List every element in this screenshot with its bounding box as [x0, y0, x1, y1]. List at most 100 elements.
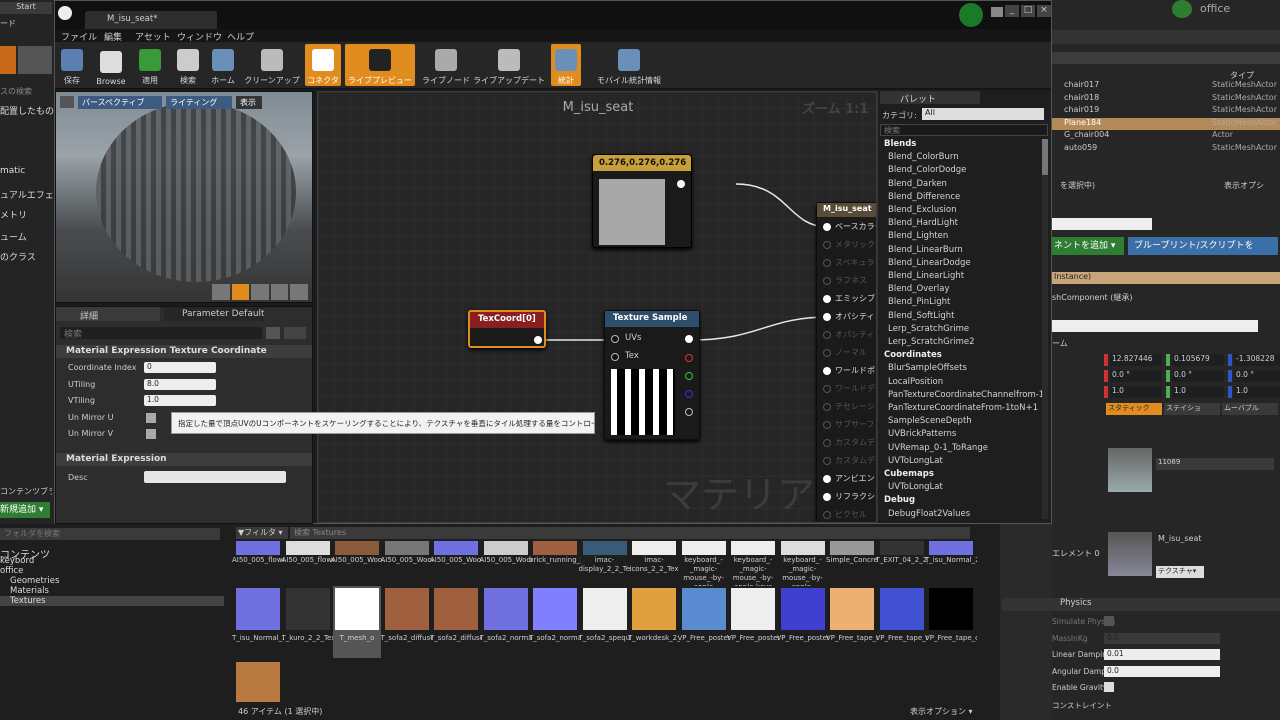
palette-item[interactable]: Blend_LinearDodge: [888, 258, 971, 268]
texture-thumbnail[interactable]: [879, 541, 924, 555]
element-material[interactable]: M_isu_seat: [1158, 534, 1202, 543]
constant3-node[interactable]: 0.276,0.276,0.276: [592, 154, 692, 248]
input-pin[interactable]: [823, 457, 831, 465]
mobility-movable[interactable]: ムーバブル: [1222, 403, 1278, 415]
teapot-icon[interactable]: [290, 284, 308, 300]
palette-item[interactable]: Blend_LinearBurn: [888, 245, 963, 255]
texture-thumbnail[interactable]: [483, 541, 528, 555]
input-pin[interactable]: [823, 493, 831, 501]
palette-item[interactable]: BlurSampleOffsets: [888, 363, 967, 373]
material-graph[interactable]: M_isu_seat ズーム 1:1 マテリアル 0.276,0.276,0.2…: [317, 91, 877, 523]
input-pin[interactable]: [823, 331, 831, 339]
texture-thumbnail[interactable]: [236, 588, 280, 630]
palette-item[interactable]: Blend_Difference: [888, 192, 960, 202]
texture-name[interactable]: keyboard_-_magic-mouse_-by-apple-: [777, 556, 829, 586]
texture-thumbnail[interactable]: [582, 588, 627, 630]
toolbar-button[interactable]: ライブアップデート: [473, 44, 545, 86]
material-thumbnail[interactable]: [1108, 532, 1152, 576]
toolbar-button[interactable]: 統計: [551, 44, 581, 86]
palette-item[interactable]: Blend_Lighten: [888, 231, 948, 241]
palette-item[interactable]: Lerp_ScratchGrime2: [888, 337, 974, 347]
physics-field[interactable]: 0.01: [1104, 649, 1220, 660]
detail-checkbox[interactable]: [146, 429, 156, 439]
physics-checkbox[interactable]: [1104, 682, 1114, 692]
texture-name[interactable]: AI50_005_flowerpot_01_Normal_1_0: [232, 556, 284, 586]
palette-item[interactable]: DebugFloat2Values: [888, 509, 970, 519]
filter-button[interactable]: ▼フィルタ ▾: [236, 527, 288, 539]
user-avatar-icon[interactable]: [1172, 0, 1192, 18]
b-output-pin[interactable]: [685, 390, 693, 398]
section-texture-coordinate[interactable]: Material Expression Texture Coordinate: [56, 345, 312, 358]
texture-thumbnail[interactable]: [731, 541, 775, 555]
asset-search[interactable]: 検索 Textures: [290, 527, 970, 539]
viewport-menu-icon[interactable]: [60, 96, 74, 108]
palette-category[interactable]: Coordinates: [884, 350, 942, 360]
toolbar-button[interactable]: 適用: [135, 44, 165, 86]
tab-m-isu-seat[interactable]: M_isu_seat*: [85, 11, 217, 29]
rgb-output-pin[interactable]: [685, 335, 693, 343]
folder-item[interactable]: Geometries: [10, 576, 59, 586]
texture-name[interactable]: T_kuro_2_2_Tex: [282, 634, 334, 664]
toolbar-button[interactable]: クリーンアップ: [243, 44, 301, 86]
texture-sample-node[interactable]: Texture Sample UVs Tex: [604, 310, 700, 440]
tab-details[interactable]: 詳細: [56, 307, 160, 321]
eye-icon[interactable]: [284, 327, 306, 339]
left-search[interactable]: スの検索: [0, 86, 32, 97]
input-pin[interactable]: [823, 241, 831, 249]
texture-name[interactable]: VP_Free_tape_normal_2_2_Tex: [876, 634, 928, 664]
texture-thumbnail[interactable]: [830, 588, 874, 630]
palette-item[interactable]: Blend_Exclusion: [888, 205, 957, 215]
texture-thumbnail[interactable]: [929, 588, 973, 630]
texture-thumbnail[interactable]: [929, 541, 973, 555]
paint-mode-icon[interactable]: [18, 46, 52, 74]
input-pin[interactable]: [823, 475, 831, 483]
perspective-button[interactable]: パースペクティブ: [78, 96, 162, 109]
texture-thumbnail[interactable]: [335, 541, 379, 555]
preview-viewport[interactable]: パースペクティブ ライティング 表示: [55, 91, 313, 303]
outliner-row-name[interactable]: chair018: [1064, 93, 1099, 102]
transform-field[interactable]: 1.0: [1172, 386, 1224, 398]
texture-thumbnail[interactable]: [434, 588, 478, 630]
palette-item[interactable]: Blend_Darken: [888, 179, 947, 189]
transform-field[interactable]: 1.0: [1110, 386, 1162, 398]
input-pin[interactable]: [823, 511, 831, 519]
texture-thumbnail[interactable]: [582, 541, 627, 555]
component-row[interactable]: shComponent (継承): [1052, 292, 1132, 303]
palette-item[interactable]: Blend_Overlay: [888, 284, 950, 294]
source-control-icon[interactable]: [959, 3, 983, 27]
input-pin[interactable]: [823, 439, 831, 447]
texture-thumbnail[interactable]: [681, 541, 726, 555]
palette-item[interactable]: Blend_LinearLight: [888, 271, 964, 281]
palette-item[interactable]: UVBrickPatterns: [888, 429, 956, 439]
palette-item[interactable]: SampleSceneDepth: [888, 416, 972, 426]
input-pin[interactable]: [823, 349, 831, 357]
texture-name[interactable]: T_EXIT_04_2_2_Tex: [876, 556, 928, 586]
detail-checkbox[interactable]: [146, 412, 156, 423]
palette-item[interactable]: UVToLongLat: [888, 482, 943, 492]
texture-name[interactable]: T_isu_Normal_2_2_Tex: [232, 634, 284, 664]
texture-thumbnail[interactable]: [632, 541, 676, 555]
transform-field[interactable]: 0.105679: [1172, 354, 1224, 366]
texture-thumbnail[interactable]: [384, 588, 429, 630]
folder-item[interactable]: Materials: [10, 586, 49, 596]
texture-name[interactable]: VP_Free_posters_normal_2_2: [777, 634, 829, 664]
palette-category[interactable]: Debug: [884, 495, 915, 505]
texture-name[interactable]: VP_Free_tape_diffuse_2_2_Tex: [826, 634, 878, 664]
texture-thumbnail[interactable]: [830, 541, 874, 555]
texture-thumbnail[interactable]: [236, 662, 280, 702]
left-item[interactable]: メトリ: [0, 208, 27, 221]
physics-header[interactable]: Physics: [1002, 598, 1280, 611]
texture-name[interactable]: T_sofa2_normal_2_2_Tex: [529, 634, 581, 664]
folder-item[interactable]: keybord: [0, 556, 34, 566]
texture-thumbnail[interactable]: [731, 588, 775, 630]
toolbar-button[interactable]: Browse: [92, 44, 130, 86]
texture-name[interactable]: imac-icons_2_2_Tex: [628, 556, 680, 586]
texture-name[interactable]: imac-display_2_2_Tex: [579, 556, 631, 586]
detail-field[interactable]: 0: [144, 362, 216, 373]
input-pin[interactable]: [823, 295, 831, 303]
start-tab[interactable]: Start: [0, 2, 52, 14]
palette-item[interactable]: LocalPosition: [888, 377, 943, 387]
left-item[interactable]: ュアルエフェ: [0, 188, 54, 201]
texture-thumbnail[interactable]: [236, 541, 280, 555]
mesh-thumbnail[interactable]: [1108, 448, 1152, 492]
